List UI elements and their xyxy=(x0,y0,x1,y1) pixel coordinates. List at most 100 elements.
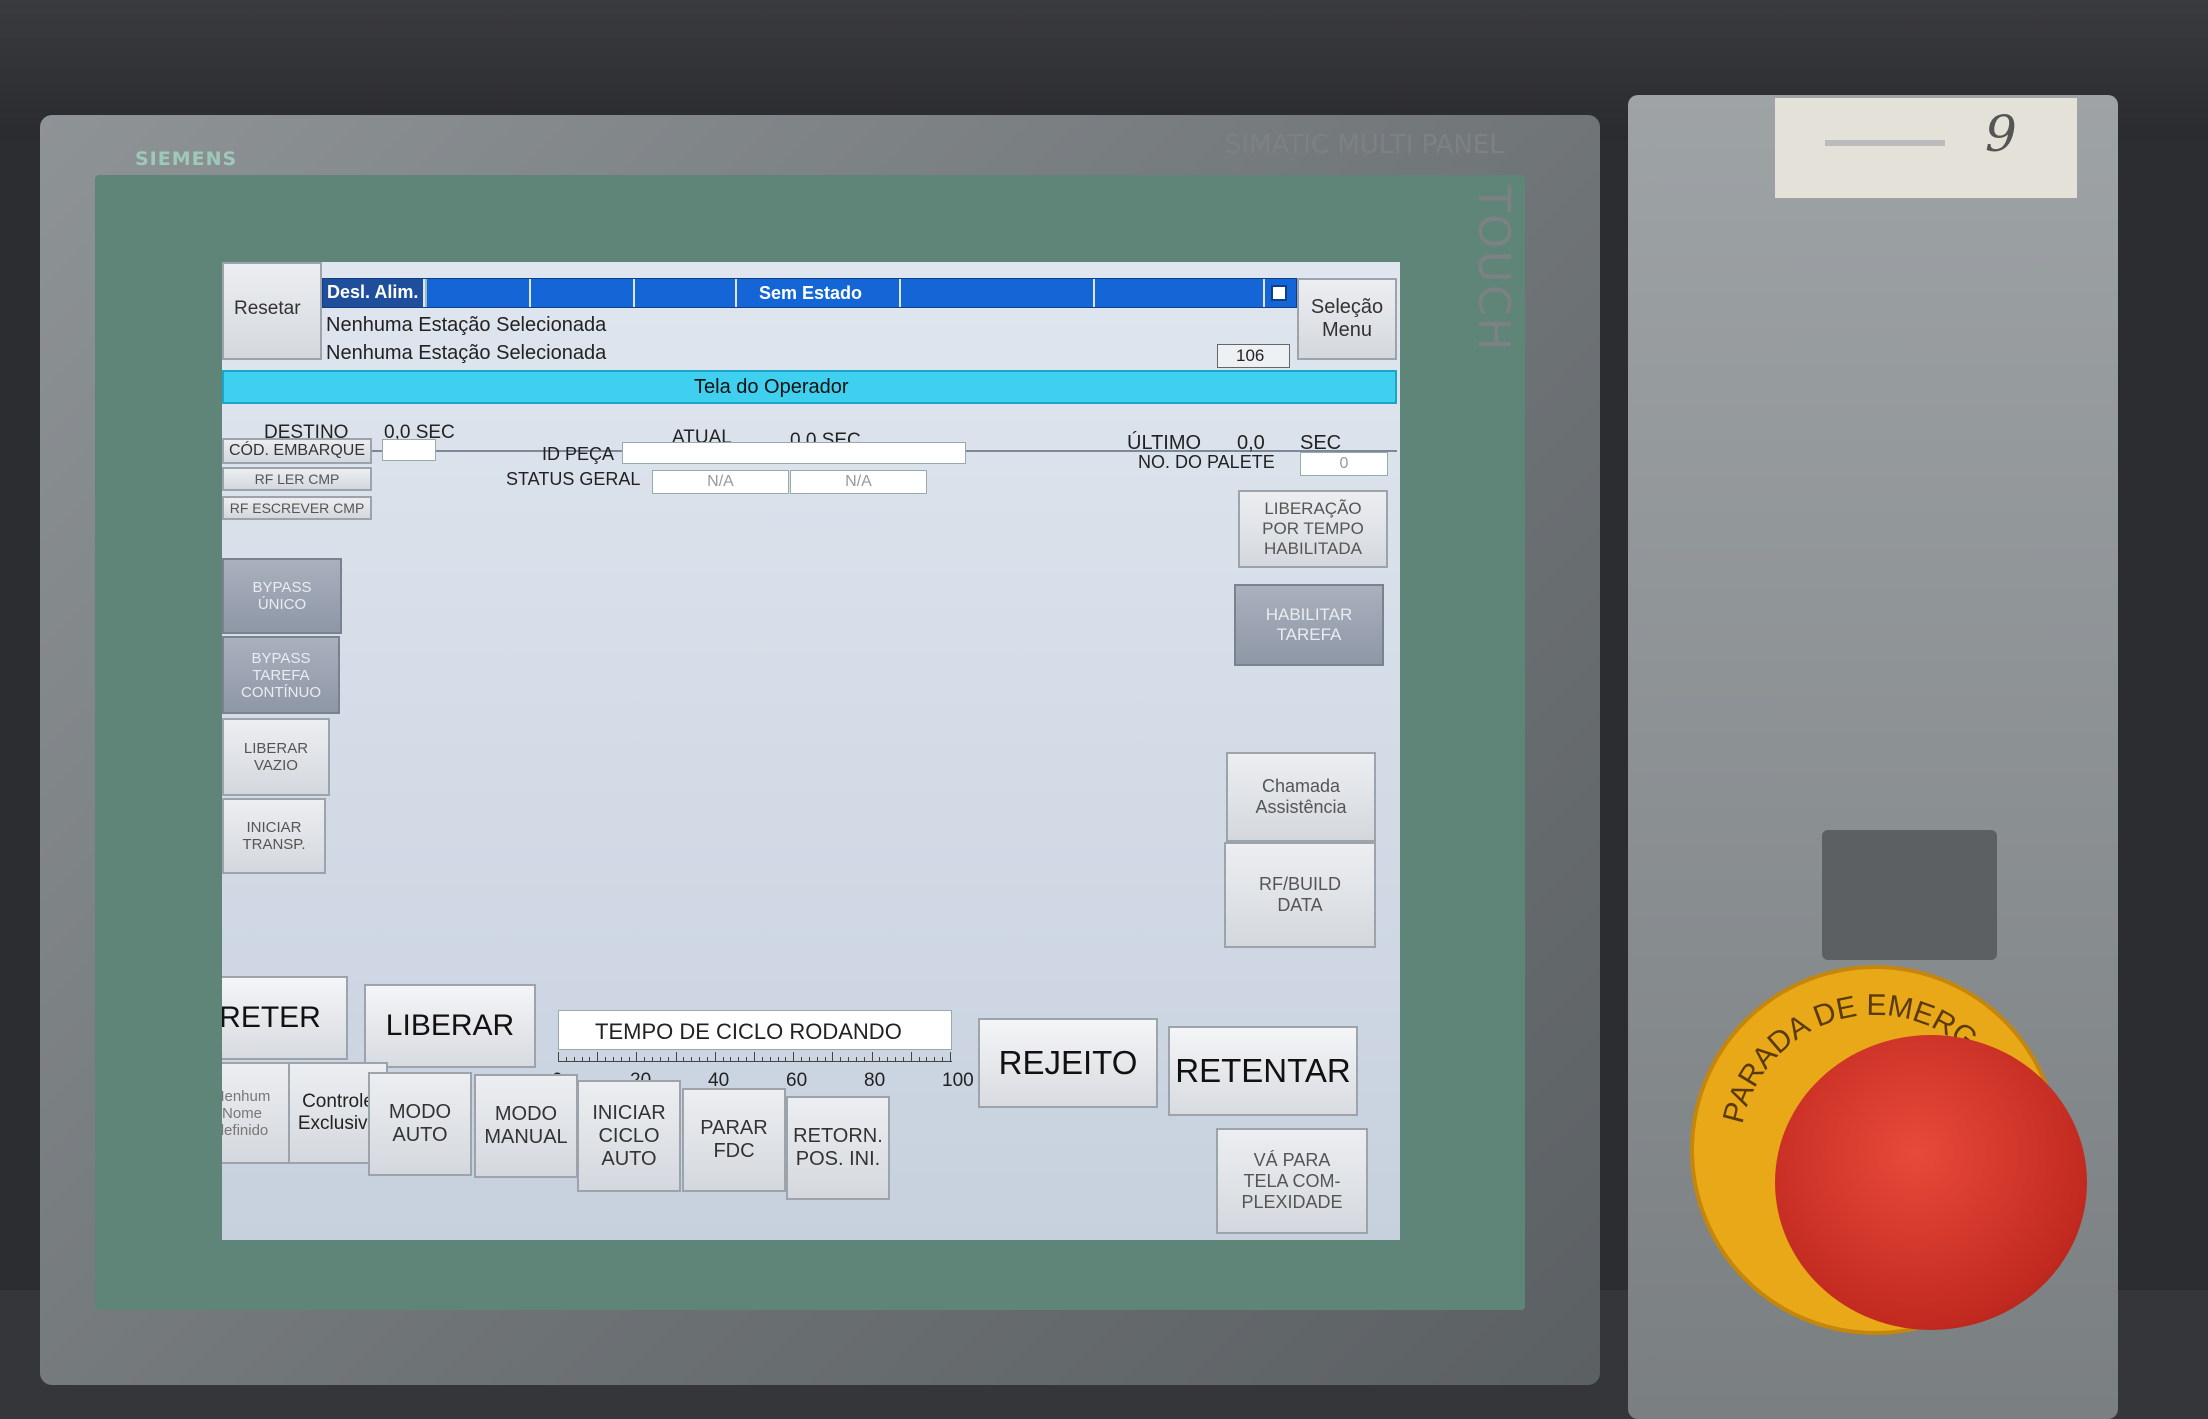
scale-tick xyxy=(675,1052,677,1062)
iniciar-ciclo-auto-button[interactable]: INICIAR CICLO AUTO xyxy=(577,1080,681,1192)
scale-tick xyxy=(863,1057,865,1062)
status-toggle-icon[interactable] xyxy=(1271,285,1287,301)
menu-selection-button[interactable]: Seleção Menu xyxy=(1297,278,1397,360)
retorn-pos-ini-button[interactable]: RETORN. POS. INI. xyxy=(786,1096,890,1200)
liberar-button[interactable]: LIBERAR xyxy=(364,984,536,1068)
scale-tick xyxy=(730,1057,732,1062)
scale-tick xyxy=(699,1057,701,1062)
emergency-stop-button[interactable] xyxy=(1775,1035,2087,1330)
scale-tick xyxy=(855,1057,857,1062)
scale-tick xyxy=(808,1057,810,1062)
touch-label: TOUCH xyxy=(1468,185,1519,353)
screen-title-bar: Tela do Operador xyxy=(222,370,1397,404)
scale-tick xyxy=(879,1057,881,1062)
status-field-1: N/A xyxy=(652,470,789,494)
scale-tick xyxy=(565,1057,567,1062)
modo-manual-button[interactable]: MODO MANUAL xyxy=(474,1074,578,1178)
scale-tick xyxy=(746,1057,748,1062)
cycle-time-label: TEMPO DE CICLO RODANDO xyxy=(595,1019,902,1044)
hmi-screen: Resetar Desl. Alim. Sem Estado Nenhuma E… xyxy=(222,262,1400,1240)
cable-plug xyxy=(1822,830,1997,960)
scale-tick xyxy=(558,1052,559,1062)
va-para-complexidade-button[interactable]: VÁ PARA TELA COM- PLEXIDADE xyxy=(1216,1128,1368,1234)
status-geral-label: STATUS GERAL xyxy=(506,469,641,489)
cod-embarque-field[interactable] xyxy=(382,439,436,461)
liberar-vazio-button[interactable]: LIBERAR VAZIO xyxy=(222,718,330,796)
scale-tick xyxy=(793,1052,795,1062)
rf-build-data-button[interactable]: RF/BUILD DATA xyxy=(1224,842,1376,948)
scale-label: 100 xyxy=(942,1070,974,1091)
station-line-1: Nenhuma Estação Selecionada xyxy=(326,314,607,336)
cod-embarque-label: CÓD. EMBARQUE xyxy=(222,438,372,464)
scale-tick xyxy=(605,1057,607,1062)
scale-tick xyxy=(620,1057,622,1062)
bypass-tarefa-button[interactable]: BYPASS TAREFA CONTÍNUO xyxy=(222,636,340,714)
scale-tick xyxy=(659,1057,661,1062)
alarm-cell: Desl. Alim. xyxy=(323,279,425,307)
scale-tick xyxy=(840,1057,842,1062)
label-plate xyxy=(1775,98,2077,198)
rf-ler-button[interactable]: RF LER CMP xyxy=(222,467,372,491)
status-bar: Desl. Alim. Sem Estado xyxy=(322,278,1297,308)
id-peca-field[interactable] xyxy=(622,442,966,464)
scale-tick xyxy=(895,1057,897,1062)
scale-tick xyxy=(652,1057,654,1062)
scale-tick xyxy=(832,1052,834,1062)
scale-tick xyxy=(714,1052,716,1062)
iniciar-transp-button[interactable]: INICIAR TRANSP. xyxy=(222,798,326,874)
scale-tick xyxy=(926,1057,928,1062)
scale-tick xyxy=(918,1057,920,1062)
rf-escrever-button[interactable]: RF ESCREVER CMP xyxy=(222,496,372,520)
liberacao-tempo-button[interactable]: LIBERAÇÃO POR TEMPO HABILITADA xyxy=(1238,490,1388,568)
label-number: 9 xyxy=(1985,105,2017,163)
model-label: SIMATIC MULTI PANEL xyxy=(1225,130,1504,160)
scale-tick xyxy=(754,1052,755,1062)
status-field-2: N/A xyxy=(790,470,927,494)
scale-tick xyxy=(801,1057,803,1062)
retentar-button[interactable]: RETENTAR xyxy=(1168,1026,1358,1116)
parar-fdc-button[interactable]: PARAR FDC xyxy=(682,1088,786,1192)
rejeito-button[interactable]: REJEITO xyxy=(978,1018,1158,1108)
scale-tick xyxy=(887,1057,889,1062)
status-cell: Sem Estado xyxy=(759,283,863,303)
modo-auto-button[interactable]: MODO AUTO xyxy=(368,1072,472,1176)
scale-tick xyxy=(597,1052,599,1062)
scale-tick xyxy=(910,1052,912,1062)
reset-button[interactable]: Resetar xyxy=(222,262,322,360)
scale-tick xyxy=(902,1057,904,1062)
scale-tick xyxy=(934,1057,936,1062)
station-line-2: Nenhuma Estação Selecionada xyxy=(326,342,607,364)
scale-tick xyxy=(761,1057,763,1062)
scale-tick xyxy=(848,1057,850,1062)
scale-tick xyxy=(706,1057,708,1062)
scale-tick xyxy=(950,1052,951,1062)
screen-title: Tela do Operador xyxy=(694,376,849,398)
scale-tick xyxy=(738,1057,740,1062)
palete-field[interactable]: 0 xyxy=(1300,452,1388,476)
scale-tick xyxy=(667,1057,669,1062)
counter-display: 106 xyxy=(1217,344,1290,368)
scale-tick xyxy=(824,1057,826,1062)
scale-tick xyxy=(769,1057,771,1062)
scale-tick xyxy=(636,1052,638,1062)
label-scribble xyxy=(1825,140,1945,146)
bypass-unico-button[interactable]: BYPASS ÚNICO xyxy=(222,558,342,634)
scale-tick xyxy=(612,1057,614,1062)
scale-tick xyxy=(683,1057,685,1062)
scale-tick xyxy=(777,1057,779,1062)
cycle-scale xyxy=(558,1052,952,1062)
scale-tick xyxy=(644,1057,646,1062)
brand-logo: SIEMENS xyxy=(135,148,238,170)
nenhum-nome-button[interactable]: Nenhum Nome definido xyxy=(222,1062,292,1164)
scale-tick xyxy=(816,1057,818,1062)
palete-label: NO. DO PALETE xyxy=(1138,452,1275,472)
habilitar-tarefa-button[interactable]: HABILITAR TAREFA xyxy=(1234,584,1384,666)
id-peca-label: ID PEÇA xyxy=(542,444,615,464)
scale-tick xyxy=(573,1057,575,1062)
chamada-assistencia-button[interactable]: Chamada Assistência xyxy=(1226,752,1376,842)
scale-tick xyxy=(871,1052,873,1062)
scale-label: 80 xyxy=(864,1070,886,1091)
reter-button[interactable]: RETER xyxy=(222,976,348,1060)
scale-tick xyxy=(581,1057,583,1062)
scale-label: 60 xyxy=(786,1070,808,1091)
